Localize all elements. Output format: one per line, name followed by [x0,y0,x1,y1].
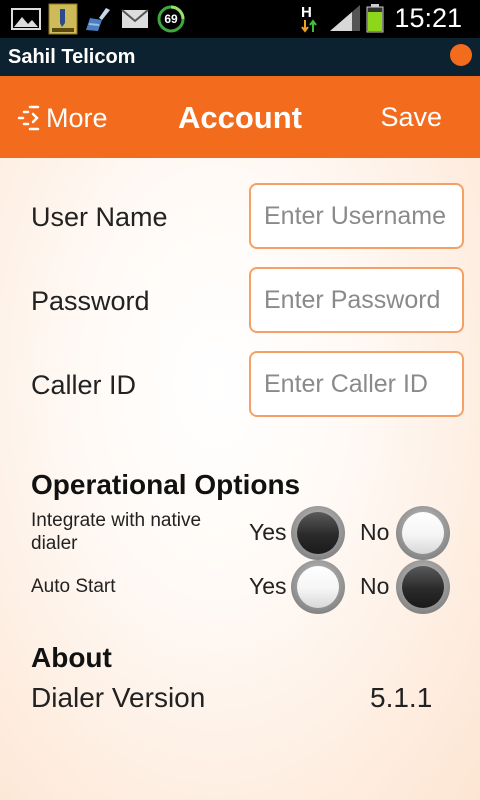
auto-start-no-label: No [360,573,390,599]
auto-start-label: Auto Start [31,576,116,597]
account-header: More Account Save [0,76,480,158]
username-label: User Name [31,202,168,232]
auto-start-yes-label: Yes [249,573,287,599]
account-form: User Name Password Caller ID Operational… [0,158,480,800]
integrate-dialer-label: Integrate with native dialer [31,509,201,555]
app-title-bar: Sahil Telicom [0,38,480,76]
caller-id-input[interactable] [249,351,464,417]
integrate-yes-radio[interactable] [291,506,345,560]
operational-options-heading: Operational Options [31,469,301,500]
data-arrows-icon [301,19,317,33]
app-thumbnail-icon [48,3,78,35]
status-time: 15:21 [394,3,462,33]
integrate-dialer-label-line2: dialer [31,533,78,554]
caller-id-label: Caller ID [31,370,137,400]
save-button[interactable]: Save [380,102,442,133]
dialer-version-value: 5.1.1 [370,682,433,713]
integrate-no-radio[interactable] [396,506,450,560]
speed-badge-value: 69 [164,12,178,26]
password-label: Password [31,286,150,316]
auto-start-yes-radio[interactable] [291,560,345,614]
about-heading: About [31,642,112,673]
dialer-version-label: Dialer Version [31,682,206,713]
cleaner-broom-icon [86,8,110,31]
integrate-dialer-label-line1: Integrate with native [31,510,202,531]
status-bar: 69 H 15:21 [0,0,480,38]
mail-icon [121,9,149,28]
password-input[interactable] [249,267,464,333]
signal-strength-icon [330,5,360,31]
app-name: Sahil Telicom [8,46,136,68]
battery-icon [366,4,384,33]
app-indicator-dot [450,44,472,66]
username-input[interactable] [249,183,464,249]
integrate-yes-label: Yes [249,519,287,545]
integrate-no-label: No [360,519,390,545]
auto-start-no-radio[interactable] [396,560,450,614]
image-icon [11,8,41,30]
